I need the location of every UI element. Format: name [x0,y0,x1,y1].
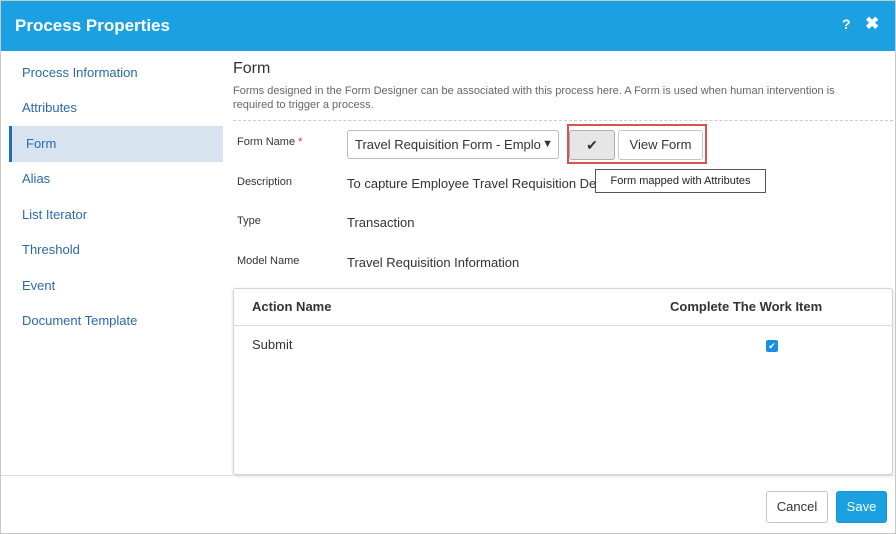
form-name-label-text: Form Name [237,136,296,148]
description-label: Description [237,176,293,188]
cancel-button[interactable]: Cancel [766,491,828,523]
form-name-selected-value: Travel Requisition Form - Emplo [355,137,541,152]
model-name-label: Model Name [237,255,300,267]
model-name-value: Travel Requisition Information [347,255,520,270]
form-name-select[interactable]: Travel Requisition Form - Emplo ▼ [347,130,559,159]
sidebar-item-attributes[interactable]: Attributes [9,90,223,126]
actions-table: Action Name Complete The Work Item Submi… [233,288,893,475]
column-header-complete-work-item: Complete The Work Item [670,299,823,314]
dialog-title: Process Properties [15,16,170,35]
sidebar-item-threshold[interactable]: Threshold [9,232,223,268]
type-label: Type [237,215,261,227]
save-button[interactable]: Save [836,491,887,523]
table-row-action-name: Submit [252,337,293,352]
check-icon: ✔ [586,137,598,153]
column-header-action-name: Action Name [252,299,332,314]
help-icon[interactable]: ? [842,16,851,32]
sidebar-item-form[interactable]: Form [9,126,223,162]
sidebar-item-list-iterator[interactable]: List Iterator [9,197,223,233]
section-divider [233,120,893,121]
table-header-divider [234,325,892,326]
sidebar-item-process-information[interactable]: Process Information [9,55,223,91]
process-properties-dialog: Process Properties ? ✖ Process Informati… [0,0,896,534]
description-value: To capture Employee Travel Requisition D… [347,176,597,191]
chevron-down-icon: ▼ [542,138,553,150]
section-heading: Form [233,60,271,77]
type-value: Transaction [347,215,415,230]
sidebar-item-alias[interactable]: Alias [9,161,223,197]
checkbox-check-icon: ✔ [768,341,776,351]
required-marker: * [298,136,303,148]
view-form-button[interactable]: View Form [618,130,703,160]
section-description: Forms designed in the Form Designer can … [233,85,835,111]
complete-work-item-checkbox[interactable]: ✔ [766,340,778,352]
dialog-footer: Cancel Save [1,475,895,533]
sidebar-item-document-template[interactable]: Document Template [9,303,223,339]
form-name-label: Form Name * [237,136,302,148]
dialog-titlebar: Process Properties ? ✖ [1,1,895,51]
sidebar-nav: Process Information Attributes Form Alia… [1,51,223,475]
close-icon[interactable]: ✖ [865,14,879,34]
map-attributes-button[interactable]: ✔ [569,130,615,160]
form-panel: Form Forms designed in the Form Designer… [233,51,893,475]
sidebar-item-event[interactable]: Event [9,268,223,304]
tooltip: Form mapped with Attributes [595,169,766,193]
